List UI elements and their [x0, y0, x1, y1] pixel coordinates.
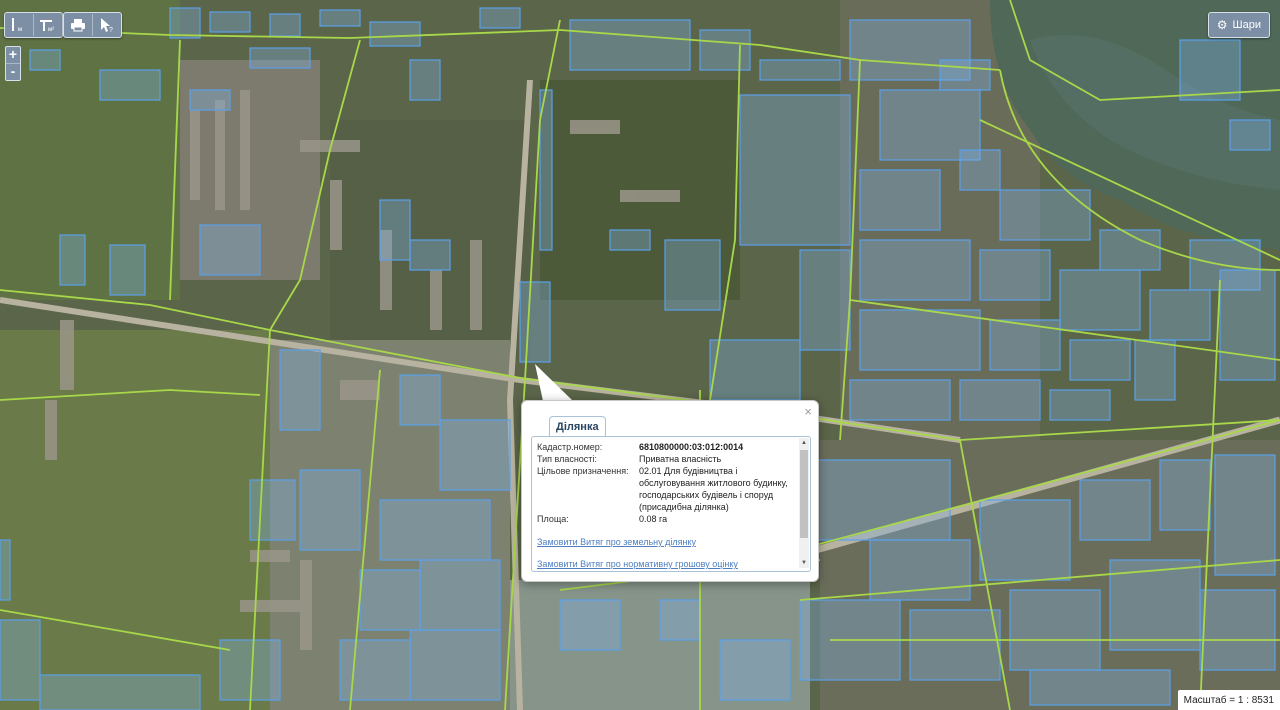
layers-button-label: Шари: [1232, 19, 1261, 31]
layers-button[interactable]: ⚙ Шари: [1207, 12, 1270, 38]
ruler-area-icon: м²: [40, 20, 54, 33]
svg-text:м: м: [18, 27, 22, 33]
tab-parcel[interactable]: Ділянка: [549, 416, 606, 437]
close-icon[interactable]: ×: [804, 404, 812, 419]
print-button[interactable]: [64, 14, 92, 36]
parcel-info-content: Кадастр.номер: 6810800000:03:012:0014 Ти…: [537, 441, 797, 569]
info-key: Цільове призначення:: [537, 466, 629, 476]
ruler-distance-icon: м: [12, 18, 22, 33]
ruler-area-button[interactable]: м²: [33, 14, 62, 36]
parcel-area: 0.08 га: [639, 514, 668, 524]
printer-icon: [71, 19, 85, 32]
tools-toolbar: ?: [63, 12, 122, 38]
ruler-distance-button[interactable]: м: [5, 14, 33, 36]
scroll-up-icon[interactable]: ▲: [799, 438, 809, 448]
zoom-in-button[interactable]: +: [6, 47, 20, 63]
svg-text:м²: м²: [48, 27, 54, 33]
info-row: Площа: 0.08 га: [537, 513, 797, 525]
info-row: Цільове призначення: 02.01 Для будівницт…: [537, 465, 797, 513]
zoom-control: + -: [5, 46, 21, 81]
order-land-extract-link[interactable]: Замовити Витяг про земельну ділянку: [537, 537, 797, 547]
ownership-type: Приватна власність: [639, 454, 722, 464]
svg-text:?: ?: [109, 27, 113, 33]
info-key: Площа:: [537, 514, 569, 524]
scrollbar-thumb[interactable]: [800, 450, 808, 538]
measure-toolbar: м м²: [4, 12, 63, 38]
scroll-down-icon[interactable]: ▼: [799, 558, 809, 568]
cadastral-number: 6810800000:03:012:0014: [639, 442, 744, 452]
zoom-out-button[interactable]: -: [6, 63, 20, 80]
map-canvas[interactable]: [0, 0, 1280, 710]
land-purpose: 02.01 Для будівництва і обслуговування ж…: [639, 466, 788, 512]
popup-scrollbar[interactable]: ▲ ▼: [799, 438, 809, 568]
satellite-basemap: [0, 0, 1280, 710]
scale-indicator: Масштаб = 1 : 8531: [1177, 690, 1280, 710]
gear-icon: ⚙: [1216, 18, 1228, 32]
info-row: Кадастр.номер: 6810800000:03:012:0014: [537, 441, 797, 453]
popup-pointer: [535, 364, 573, 401]
info-key: Кадастр.номер:: [537, 442, 603, 452]
order-valuation-extract-link[interactable]: Замовити Витяг про нормативну грошову оц…: [537, 559, 797, 569]
pointer-help-icon: ?: [101, 18, 113, 33]
info-row: Тип власності: Приватна власність: [537, 453, 797, 465]
info-key: Тип власності:: [537, 454, 597, 464]
parcel-info-popup: × Ділянка Кадастр.номер: 6810800000:03:0…: [521, 400, 819, 582]
parcel-info-panel: Кадастр.номер: 6810800000:03:012:0014 Ти…: [531, 436, 811, 572]
identify-button[interactable]: ?: [92, 14, 121, 36]
